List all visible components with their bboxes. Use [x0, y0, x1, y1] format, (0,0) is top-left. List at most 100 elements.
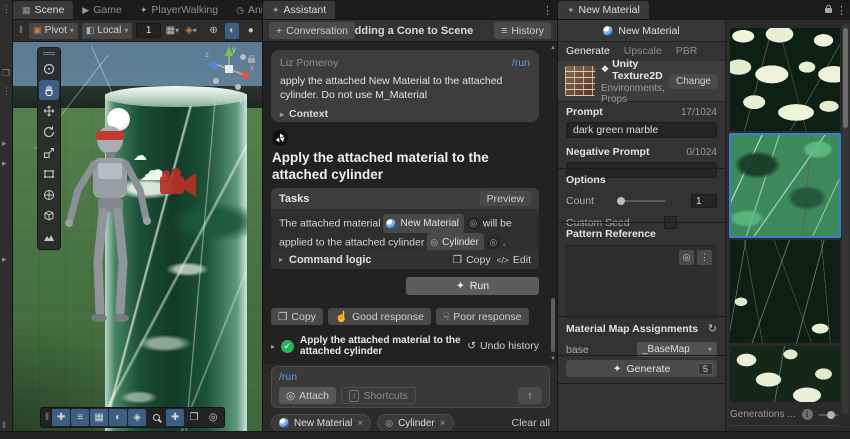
lock-icon[interactable]: [248, 58, 255, 63]
gizmos-toggle[interactable]: ⊕: [206, 23, 221, 39]
grid-overlay-button[interactable]: ▦: [90, 409, 108, 426]
pivot-dropdown[interactable]: ▣ Pivot ▾: [29, 23, 78, 39]
camera-gizmo-icon[interactable]: [156, 166, 198, 204]
prefab-overlay-button[interactable]: ❐: [185, 409, 203, 426]
tab-playerwalking[interactable]: ✦ PlayerWalking: [131, 1, 227, 19]
composer-card[interactable]: /run ◎ Attach / Shortcuts ↑: [271, 366, 550, 408]
grid-snap-dropdown[interactable]: ▦ ▾: [165, 23, 180, 39]
copy-response-button[interactable]: ❐ Copy: [271, 308, 323, 325]
attachment-chip-material[interactable]: New Material ×: [271, 414, 371, 432]
change-model-button[interactable]: Change: [669, 74, 718, 89]
rect-tool[interactable]: [39, 164, 59, 184]
close-icon[interactable]: ×: [357, 418, 363, 429]
thumbnail-size-slider[interactable]: [819, 414, 838, 416]
perspective-label[interactable]: ‹ Persp: [199, 94, 259, 105]
composer-command-text[interactable]: /run: [279, 371, 542, 383]
kebab-icon[interactable]: ⋮: [832, 4, 850, 17]
prompt-input[interactable]: dark green marble: [566, 122, 717, 138]
thumbnails-scrollbar[interactable]: [842, 24, 849, 414]
hand-tool[interactable]: [39, 80, 59, 100]
refresh-icon[interactable]: ↻: [708, 322, 717, 335]
attachment-chip-cylinder[interactable]: ◎ Cylinder ×: [377, 414, 453, 432]
count-slider[interactable]: [620, 200, 666, 202]
scroll-up-icon[interactable]: ▲: [550, 45, 556, 51]
edit-code-button[interactable]: </> Edit: [497, 254, 531, 266]
expand-icon[interactable]: ▸: [2, 138, 7, 149]
undo-history-button[interactable]: ↺ Undo history: [467, 340, 539, 352]
conversation-area[interactable]: Liz Pomeroy /run apply the attached New …: [263, 42, 557, 364]
lock-icon[interactable]: [825, 8, 832, 13]
tab-upscale[interactable]: Upscale: [624, 45, 662, 57]
grid-size-field[interactable]: 1: [136, 23, 161, 38]
search-overlay-button[interactable]: [147, 409, 165, 426]
transform-overlay-button[interactable]: ✚: [166, 409, 184, 426]
expand-icon[interactable]: ▸: [2, 254, 7, 265]
kebab-icon[interactable]: ⋮: [2, 4, 11, 15]
scene-viewport[interactable]: ☁ ☁: [13, 42, 262, 431]
drag-handle-icon[interactable]: ‖: [17, 25, 25, 36]
object-picker-icon[interactable]: ◎: [487, 236, 500, 249]
chat-scrollbar[interactable]: [551, 298, 555, 352]
new-conversation-button[interactable]: + Conversation: [269, 22, 355, 39]
scene-lighting-toggle[interactable]: ◐: [225, 23, 240, 39]
close-icon[interactable]: ×: [440, 418, 446, 429]
tab-new-material[interactable]: ✦ New Material: [558, 1, 649, 19]
scale-tool[interactable]: [39, 143, 59, 163]
scroll-down-icon[interactable]: ▼: [550, 356, 556, 362]
view-tool[interactable]: [39, 59, 59, 79]
kebab-icon[interactable]: ⋮: [538, 4, 557, 17]
history-button[interactable]: ≡ History: [494, 22, 551, 39]
good-response-button[interactable]: ☝ Good response: [328, 308, 431, 325]
move-overlay-button[interactable]: ✚: [52, 409, 70, 426]
generation-thumbnail-3[interactable]: [730, 240, 840, 343]
generation-thumbnail-2-selected[interactable]: [730, 134, 840, 237]
generate-button[interactable]: ✦ Generate 5: [566, 360, 717, 377]
list-overlay-button[interactable]: ≡: [71, 409, 89, 426]
executed-task-row[interactable]: ▸ ✓ Apply the attached material to the a…: [271, 335, 539, 357]
custom-tool[interactable]: [39, 206, 59, 226]
tab-pbr[interactable]: PBR: [676, 45, 698, 57]
object-picker-icon[interactable]: ◎: [679, 250, 694, 265]
pattern-reference-dropzone[interactable]: ◎ ⋮: [566, 245, 717, 319]
drag-handle-icon[interactable]: ‖: [2, 420, 6, 430]
scrollbar-thumb[interactable]: [843, 28, 848, 128]
transform-tool[interactable]: [39, 185, 59, 205]
expand-icon[interactable]: ▸: [2, 158, 7, 169]
clear-all-button[interactable]: Clear all: [511, 417, 550, 429]
tab-generate[interactable]: Generate: [566, 45, 610, 57]
run-button[interactable]: ✦ Run: [406, 277, 539, 295]
generation-thumbnail-4[interactable]: [730, 346, 840, 402]
overlay-drag-handle[interactable]: [43, 52, 55, 55]
drag-handle-icon[interactable]: ‖: [43, 412, 51, 423]
terrain-tool[interactable]: [39, 227, 59, 247]
layers-overlay-button[interactable]: ◈: [128, 409, 146, 426]
robot-character[interactable]: [60, 122, 155, 327]
snap-increment-dropdown[interactable]: ◈ ▾: [184, 23, 199, 39]
slider-thumb[interactable]: [617, 197, 625, 205]
copy-code-button[interactable]: ❐ Copy: [453, 254, 491, 266]
orientation-gizmo[interactable]: y x z: [203, 43, 255, 95]
kebab-icon[interactable]: ⋮: [697, 250, 712, 265]
light-overlay-button[interactable]: ◐: [109, 409, 127, 426]
tab-assistant[interactable]: ✦ Assistant: [263, 1, 335, 19]
move-tool[interactable]: [39, 101, 59, 121]
attach-button[interactable]: ◎ Attach: [279, 387, 336, 404]
slider-thumb[interactable]: [827, 411, 835, 419]
generation-thumbnail-1[interactable]: [730, 28, 840, 131]
count-value-field[interactable]: 1: [691, 194, 717, 208]
poor-response-button[interactable]: ☟ Poor response: [436, 308, 529, 325]
send-button[interactable]: ↑: [518, 387, 542, 404]
object-picker-icon[interactable]: ◎: [467, 217, 480, 230]
scene-audio-toggle[interactable]: ●: [243, 23, 258, 39]
shortcuts-button[interactable]: / Shortcuts: [341, 387, 416, 404]
kebab-icon[interactable]: ⋮: [2, 86, 11, 97]
material-chip[interactable]: New Material: [383, 214, 463, 233]
info-icon[interactable]: i: [802, 409, 813, 420]
compass-overlay-button[interactable]: ◎: [204, 409, 222, 426]
context-expander[interactable]: ▸ Context: [280, 108, 530, 120]
tab-scene[interactable]: ▦ Scene: [13, 1, 73, 19]
rotate-tool[interactable]: [39, 122, 59, 142]
tab-game[interactable]: ▶ Game: [73, 1, 131, 19]
window-icon[interactable]: ❐: [2, 68, 10, 79]
preview-button[interactable]: Preview: [480, 191, 531, 206]
